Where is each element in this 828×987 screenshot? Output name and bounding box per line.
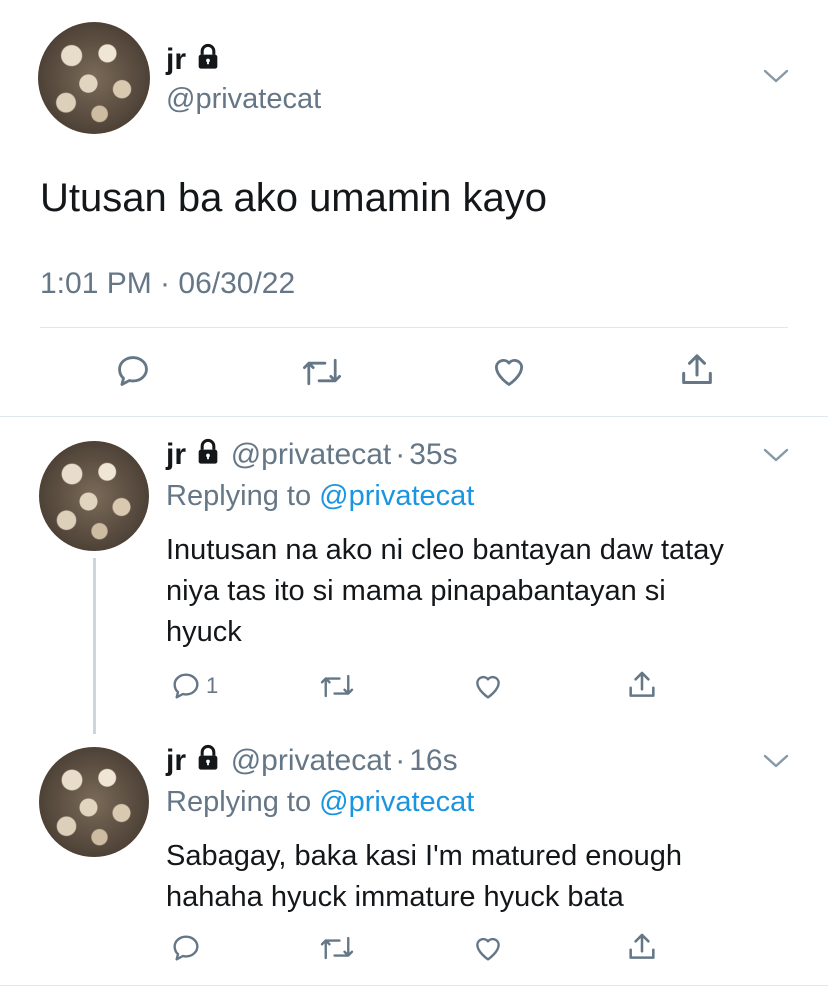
main-tweet-author[interactable]: jr	[166, 42, 222, 80]
divider	[40, 327, 788, 328]
separator: ·	[395, 744, 406, 777]
reply-button[interactable]: 1	[170, 670, 218, 702]
lock-icon	[194, 744, 222, 781]
text-line: hyuck	[166, 616, 242, 648]
replying-to: Replying to @privatecat	[166, 478, 474, 514]
share-icon	[625, 930, 659, 964]
text-line: Sabagay, baka kasi I'm matured enough	[166, 840, 683, 872]
like-button[interactable]	[472, 670, 504, 702]
text-line: niya tas ito si mama pinapabantayan si	[166, 575, 666, 607]
retweet-icon	[318, 933, 356, 963]
text-line: Inutusan na ako ni cleo bantayan daw tat…	[166, 534, 724, 566]
retweet-icon	[318, 671, 356, 701]
display-name[interactable]: jr	[166, 744, 186, 777]
share-button[interactable]	[677, 350, 717, 390]
replying-to-link[interactable]: @privatecat	[319, 480, 474, 512]
reply-button[interactable]	[170, 932, 202, 964]
like-button[interactable]	[490, 352, 528, 390]
main-tweet-handle[interactable]: @privatecat	[166, 82, 321, 116]
share-button[interactable]	[625, 930, 659, 964]
retweet-icon	[300, 354, 344, 390]
like-button[interactable]	[472, 932, 504, 964]
replying-to-label: Replying to	[166, 480, 312, 512]
reply-icon	[170, 670, 202, 702]
reply-1-header: jr @privatecat · 35s	[166, 437, 458, 475]
reply-button[interactable]	[114, 352, 152, 390]
replying-to-label: Replying to	[166, 786, 312, 818]
reply-icon	[170, 932, 202, 964]
like-icon	[472, 670, 504, 702]
chevron-down-icon[interactable]	[761, 445, 791, 470]
main-tweet-timestamp[interactable]: 1:01 PM · 06/30/22	[40, 266, 295, 302]
retweet-button[interactable]	[318, 671, 356, 701]
lock-icon	[194, 43, 222, 80]
replying-to-link[interactable]: @privatecat	[319, 786, 474, 818]
divider	[0, 985, 828, 986]
separator: ·	[395, 438, 406, 471]
replying-to: Replying to @privatecat	[166, 784, 474, 820]
reply-2-header: jr @privatecat · 16s	[166, 743, 458, 781]
reply-2-text: Sabagay, baka kasi I'm matured enough ha…	[166, 836, 682, 918]
reply-1-text: Inutusan na ako ni cleo bantayan daw tat…	[166, 530, 724, 653]
avatar[interactable]	[38, 22, 150, 134]
divider	[0, 416, 828, 417]
handle[interactable]: @privatecat	[231, 744, 392, 777]
avatar[interactable]	[39, 747, 149, 857]
retweet-button[interactable]	[300, 354, 344, 390]
share-icon	[677, 350, 717, 390]
like-icon	[490, 352, 528, 390]
reply-icon	[114, 352, 152, 390]
avatar[interactable]	[39, 441, 149, 551]
retweet-button[interactable]	[318, 933, 356, 963]
share-icon	[625, 668, 659, 702]
lock-icon	[194, 438, 222, 475]
share-button[interactable]	[625, 668, 659, 702]
chevron-down-icon[interactable]	[761, 751, 791, 776]
reply-count: 1	[206, 673, 219, 698]
display-name[interactable]: jr	[166, 438, 186, 471]
chevron-down-icon[interactable]	[761, 66, 791, 91]
thread-line	[93, 558, 96, 734]
timestamp[interactable]: 16s	[409, 744, 457, 777]
display-name: jr	[166, 43, 187, 76]
like-icon	[472, 932, 504, 964]
timestamp[interactable]: 35s	[409, 438, 457, 471]
text-line: hahaha hyuck immature hyuck bata	[166, 881, 624, 913]
handle[interactable]: @privatecat	[231, 438, 392, 471]
main-tweet-text: Utusan ba ako umamin kayo	[40, 176, 547, 220]
